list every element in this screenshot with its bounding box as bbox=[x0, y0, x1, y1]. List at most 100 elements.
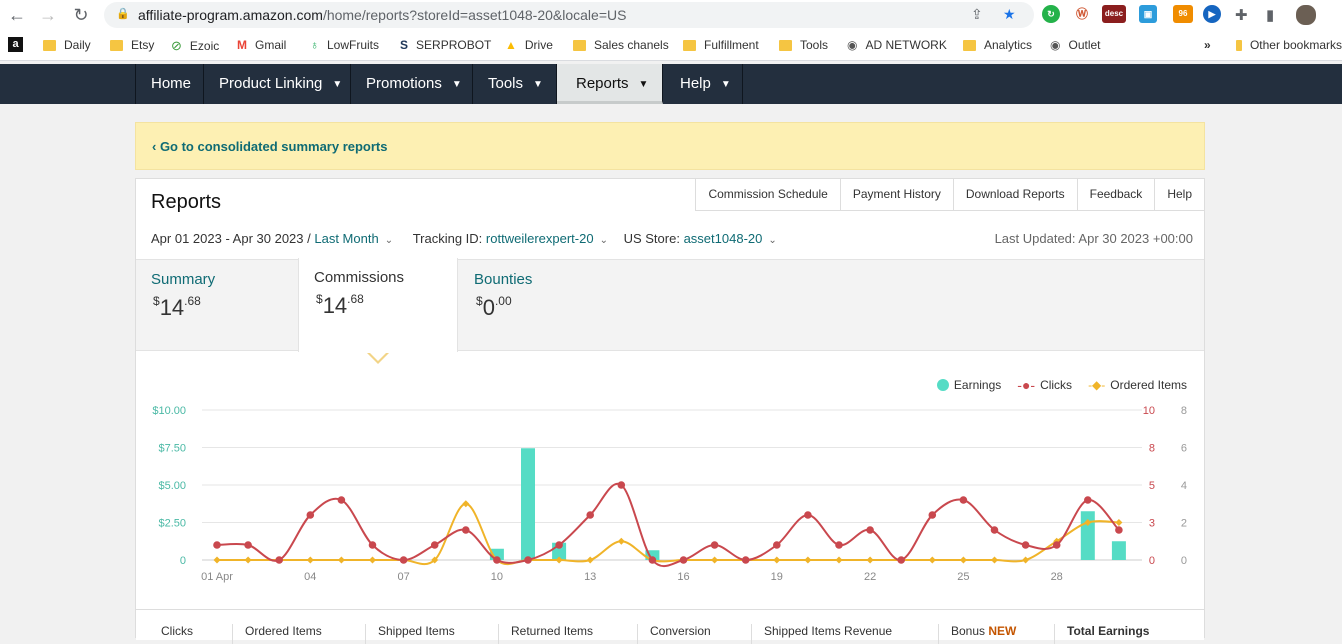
bounties-tab[interactable]: Bounties $0.00 bbox=[459, 260, 619, 350]
y-tick-items: 8 bbox=[1181, 405, 1187, 417]
bookmark-gmail[interactable]: M Gmail bbox=[237, 38, 286, 52]
lock-icon: 🔒 bbox=[116, 8, 130, 20]
folder-icon bbox=[1236, 39, 1242, 51]
col-shipped-items: Shipped Items bbox=[365, 624, 455, 644]
bookmark-ad-network[interactable]: ◉ AD NETWORK bbox=[847, 38, 947, 52]
ordered-items-point bbox=[773, 556, 781, 564]
store-dropdown[interactable]: asset1048-20 bbox=[684, 231, 763, 246]
bookmark-outlet[interactable]: ◉ Outlet bbox=[1050, 38, 1101, 52]
y-tick-earnings: $2.50 bbox=[158, 518, 186, 530]
ordered-items-point bbox=[213, 556, 221, 564]
totals-header: Clicks Ordered Items Shipped Items Retur… bbox=[136, 609, 1204, 644]
clicks-point bbox=[213, 541, 221, 549]
summary-label: Summary bbox=[151, 271, 216, 288]
earnings-bar bbox=[1111, 541, 1126, 560]
extension-blue-icon[interactable]: ▣ bbox=[1139, 5, 1157, 23]
download-reports-link[interactable]: Download Reports bbox=[953, 179, 1078, 211]
bookmark-daily[interactable]: Daily bbox=[43, 38, 91, 52]
profile-avatar[interactable] bbox=[1296, 5, 1316, 25]
bookmark-drive[interactable]: ▲ Drive bbox=[505, 38, 553, 52]
serprobot-icon: S bbox=[400, 38, 409, 52]
bookmark-serprobot[interactable]: S SERPROBOT bbox=[400, 38, 491, 52]
legend-earnings[interactable]: Earnings bbox=[936, 377, 1001, 393]
other-bookmarks[interactable]: Other bookmarks bbox=[1236, 38, 1342, 52]
bookmark-tools[interactable]: Tools bbox=[779, 38, 828, 52]
x-tick-label: 10 bbox=[491, 571, 503, 583]
ordered-items-point bbox=[991, 556, 998, 564]
folder-icon bbox=[683, 39, 696, 51]
clicks-point bbox=[990, 526, 999, 534]
address-bar[interactable]: 🔒 affiliate-program.amazon.com/home/repo… bbox=[104, 2, 1034, 28]
share-icon[interactable]: ⇪ bbox=[971, 6, 983, 23]
tab-help[interactable]: Help ▼ bbox=[663, 64, 743, 104]
summary-tab[interactable]: Summary $14.68 bbox=[136, 260, 296, 350]
earnings-chart: $10.00 10 8 $7.50 8 6 $5.00 5 4 $2.50 3 2 0 0 0 01 Apr 0… bbox=[152, 405, 1187, 583]
tab-tools[interactable]: Tools ▼ bbox=[473, 64, 557, 104]
tab-promotions[interactable]: Promotions ▼ bbox=[351, 64, 473, 104]
tab-product-linking[interactable]: Product Linking ▼ bbox=[204, 64, 351, 104]
bookmark-fulfillment[interactable]: Fulfillment bbox=[683, 38, 759, 52]
extension-badge-icon[interactable]: 96 bbox=[1173, 5, 1193, 23]
tab-home[interactable]: Home bbox=[135, 64, 204, 104]
clicks-point bbox=[773, 541, 781, 549]
extension-play-icon[interactable]: ▶ bbox=[1203, 5, 1221, 23]
y-tick-earnings: $5.00 bbox=[158, 480, 186, 492]
y-tick-clicks: 3 bbox=[1149, 518, 1155, 530]
chevron-down-icon: ⌄ bbox=[384, 235, 394, 246]
ordered-items-point bbox=[711, 556, 719, 564]
x-tick-label: 22 bbox=[864, 571, 876, 583]
ordered-items-point bbox=[617, 537, 625, 545]
consolidated-summary-link[interactable]: ‹ Go to consolidated summary reports bbox=[152, 139, 388, 154]
help-link[interactable]: Help bbox=[1155, 179, 1204, 211]
feedback-link[interactable]: Feedback bbox=[1077, 179, 1156, 211]
clicks-point bbox=[524, 556, 532, 564]
folder-icon bbox=[779, 39, 792, 51]
lowfruits-icon: ♁ bbox=[310, 38, 319, 52]
bookmark-star-icon[interactable]: ★ bbox=[1003, 6, 1016, 23]
commission-schedule-link[interactable]: Commission Schedule bbox=[696, 179, 841, 211]
col-total-earnings: Total Earnings bbox=[1054, 624, 1149, 644]
tab-reports[interactable]: Reports ▼ bbox=[557, 64, 663, 104]
ordered-items-point bbox=[1022, 556, 1030, 564]
clicks-point bbox=[1052, 541, 1061, 549]
bookmark-analytics[interactable]: Analytics bbox=[963, 38, 1032, 52]
folder-icon bbox=[963, 39, 976, 51]
extension-green-icon[interactable]: ↻ bbox=[1042, 5, 1060, 23]
ordered-items-point bbox=[1115, 519, 1123, 526]
wordpress-extension-icon[interactable]: Ⓦ bbox=[1073, 5, 1091, 23]
clicks-point bbox=[1115, 526, 1123, 534]
legend-clicks[interactable]: -●- Clicks bbox=[1017, 377, 1072, 393]
payment-history-link[interactable]: Payment History bbox=[840, 179, 954, 211]
legend-ordered-items[interactable]: -◆- Ordered Items bbox=[1088, 377, 1187, 393]
bookmark-ezoic[interactable]: ⊘ Ezoic bbox=[171, 38, 219, 54]
x-tick-label: 07 bbox=[397, 571, 409, 583]
extensions-puzzle-icon[interactable]: ✚ bbox=[1235, 6, 1248, 24]
clicks-point bbox=[679, 556, 688, 564]
bookmarks-overflow-icon[interactable]: » bbox=[1204, 38, 1211, 52]
tracking-id-dropdown[interactable]: rottweilerexpert-20 bbox=[486, 231, 594, 246]
period-dropdown[interactable]: Last Month bbox=[314, 231, 378, 246]
forward-icon[interactable]: → bbox=[37, 4, 59, 26]
bounties-label: Bounties bbox=[474, 271, 533, 288]
bookmark-lowfruits[interactable]: ♁ LowFruits bbox=[310, 38, 379, 52]
earnings-swatch bbox=[936, 379, 949, 391]
x-tick-label: 19 bbox=[771, 571, 783, 583]
back-icon[interactable]: ← bbox=[6, 4, 28, 26]
bookmarks-bar: a Daily Etsy ⊘ Ezoic M Gmail ♁ LowFruits SS… bbox=[0, 30, 1342, 61]
amazon-bookmark-icon[interactable]: a bbox=[8, 37, 23, 52]
tracking-label: Tracking ID: bbox=[412, 231, 483, 246]
clicks-point bbox=[741, 556, 750, 564]
clicks-point bbox=[399, 556, 408, 564]
bookmark-sales-chanels[interactable]: Sales chanels bbox=[573, 38, 669, 52]
y-tick-items: 6 bbox=[1181, 443, 1187, 455]
commissions-tab[interactable]: Commissions $14.68 bbox=[298, 258, 458, 352]
bookmark-etsy[interactable]: Etsy bbox=[110, 38, 154, 52]
desc-extension-icon[interactable]: desc bbox=[1102, 5, 1126, 23]
earnings-bar bbox=[521, 448, 535, 560]
sidepanel-icon[interactable]: ▮ bbox=[1266, 6, 1274, 24]
reload-icon[interactable]: ↻ bbox=[70, 4, 92, 26]
earnings-bar bbox=[1080, 511, 1095, 560]
clicks-point bbox=[804, 511, 812, 519]
summary-amount: $14.68 bbox=[153, 294, 201, 320]
ordered-items-point bbox=[462, 500, 470, 508]
